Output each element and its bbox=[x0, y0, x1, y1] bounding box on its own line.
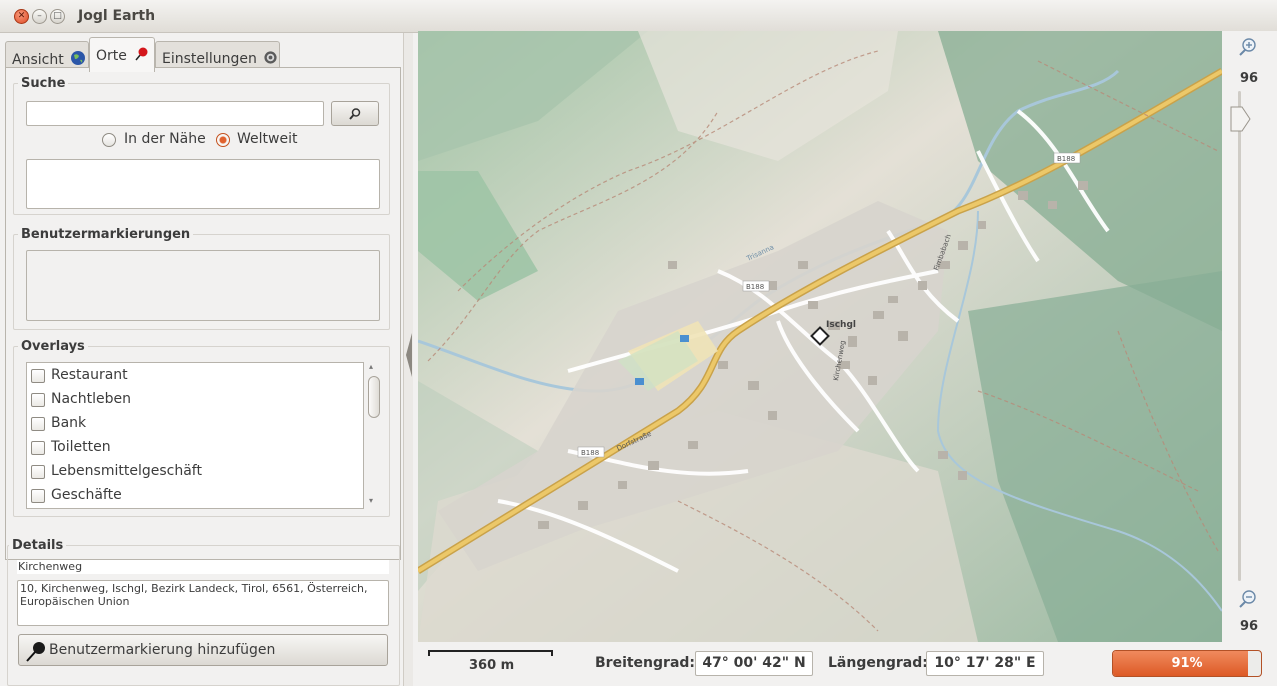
scroll-up-icon[interactable]: ▴ bbox=[369, 362, 373, 371]
overlay-checkbox[interactable] bbox=[31, 417, 45, 431]
search-group-label: Suche bbox=[18, 76, 69, 91]
add-user-marker-button[interactable]: Benutzermarkierung hinzufügen bbox=[18, 634, 388, 666]
search-results-list[interactable] bbox=[26, 159, 380, 209]
place-label-ischgl: Ischgl bbox=[826, 320, 856, 330]
status-bar: 360 m Breitengrad: 47° 00' 42" N Längeng… bbox=[418, 642, 1277, 686]
road-label: B188 bbox=[746, 283, 764, 291]
scroll-down-icon[interactable]: ▾ bbox=[369, 496, 373, 505]
overlays-scrollbar[interactable]: ▴ ▾ bbox=[366, 362, 382, 509]
radio-worldwide-label: Weltweit bbox=[237, 131, 298, 147]
overlay-label: Nachtleben bbox=[51, 391, 131, 407]
scale-bar bbox=[428, 650, 553, 656]
add-user-marker-label: Benutzermarkierung hinzufügen bbox=[49, 642, 276, 658]
zoom-level-bottom: 96 bbox=[1240, 619, 1259, 634]
overlay-label: Toiletten bbox=[51, 439, 111, 455]
parking-icon bbox=[635, 378, 644, 385]
tab-orte[interactable]: Orte bbox=[89, 37, 155, 72]
magnifier-icon bbox=[348, 108, 362, 125]
user-markers-group-label: Benutzermarkierungen bbox=[18, 227, 194, 242]
parking-icon bbox=[680, 335, 689, 342]
zoom-in-icon[interactable] bbox=[1238, 37, 1258, 61]
close-window-button[interactable]: ✕ bbox=[14, 9, 29, 24]
window-title: Jogl Earth bbox=[78, 8, 156, 24]
zoom-level-top: 96 bbox=[1240, 71, 1259, 86]
overlay-label: Restaurant bbox=[51, 367, 128, 383]
tab-label: Einstellungen bbox=[162, 51, 257, 67]
pin-icon bbox=[25, 641, 47, 667]
loading-progress-bar: 91% bbox=[1112, 650, 1262, 677]
latitude-label: Breitengrad: bbox=[595, 655, 696, 671]
sidebar-panel: Ansicht Orte Einstellungen Suche In der bbox=[0, 33, 403, 686]
pin-icon bbox=[133, 46, 149, 66]
zoom-out-icon[interactable] bbox=[1238, 589, 1258, 613]
road-label: B188 bbox=[1057, 155, 1075, 163]
map-view[interactable]: B188 B188 B188 Trisanna Dorfstraße Fimba… bbox=[418, 31, 1222, 642]
longitude-label: Längengrad: bbox=[828, 655, 928, 671]
detail-address: 10, Kirchenweg, Ischgl, Bezirk Landeck, … bbox=[17, 580, 389, 626]
overlay-item-nachtleben[interactable]: Nachtleben bbox=[31, 389, 351, 411]
overlay-checkbox[interactable] bbox=[31, 441, 45, 455]
radio-nearby[interactable] bbox=[102, 133, 116, 147]
tab-label: Ansicht bbox=[12, 52, 64, 68]
overlay-checkbox[interactable] bbox=[31, 369, 45, 383]
zoom-slider-thumb[interactable] bbox=[1230, 106, 1254, 132]
zoom-slider-track[interactable] bbox=[1238, 91, 1241, 581]
longitude-field[interactable]: 10° 17' 28" E bbox=[926, 651, 1044, 676]
collapse-arrow-icon[interactable] bbox=[406, 333, 412, 377]
map-canvas[interactable]: B188 B188 B188 Trisanna Dorfstraße Fimba… bbox=[418, 31, 1222, 642]
minimize-window-button[interactable]: – bbox=[32, 9, 47, 24]
overlay-item-lebensmittel[interactable]: Lebensmittelgeschäft bbox=[31, 461, 351, 483]
latitude-field[interactable]: 47° 00' 42" N bbox=[695, 651, 813, 676]
title-bar: ✕ – □ Jogl Earth bbox=[0, 0, 1277, 33]
details-group-label: Details bbox=[9, 538, 67, 553]
overlay-item-geschaefte[interactable]: Geschäfte bbox=[31, 485, 351, 507]
overlay-item-restaurant[interactable]: Restaurant bbox=[31, 365, 351, 387]
overlay-item-toiletten[interactable]: Toiletten bbox=[31, 437, 351, 459]
overlay-checkbox[interactable] bbox=[31, 465, 45, 479]
overlays-group-label: Overlays bbox=[18, 339, 88, 354]
overlays-list: Restaurant Nachtleben Bank Toiletten Leb… bbox=[26, 362, 364, 509]
maximize-window-button[interactable]: □ bbox=[50, 9, 65, 24]
radio-nearby-label: In der Nähe bbox=[124, 131, 206, 147]
search-input[interactable] bbox=[26, 101, 324, 126]
zoom-bar: 96 96 bbox=[1222, 31, 1277, 642]
scale-label: 360 m bbox=[469, 658, 515, 673]
overlay-checkbox[interactable] bbox=[31, 489, 45, 503]
overlay-label: Lebensmittelgeschäft bbox=[51, 463, 202, 479]
detail-name: Kirchenweg bbox=[17, 560, 389, 574]
overlay-label: Bank bbox=[51, 415, 87, 431]
progress-text: 91% bbox=[1171, 656, 1203, 671]
scroll-thumb[interactable] bbox=[368, 376, 380, 418]
panel-splitter[interactable] bbox=[403, 33, 413, 686]
tab-label: Orte bbox=[96, 48, 127, 64]
overlay-label: Geschäfte bbox=[51, 487, 122, 503]
road-label: B188 bbox=[581, 449, 599, 457]
user-markers-list[interactable] bbox=[26, 250, 380, 321]
overlay-checkbox[interactable] bbox=[31, 393, 45, 407]
search-button[interactable] bbox=[331, 101, 379, 126]
overlay-item-bank[interactable]: Bank bbox=[31, 413, 351, 435]
radio-worldwide[interactable] bbox=[216, 133, 230, 147]
